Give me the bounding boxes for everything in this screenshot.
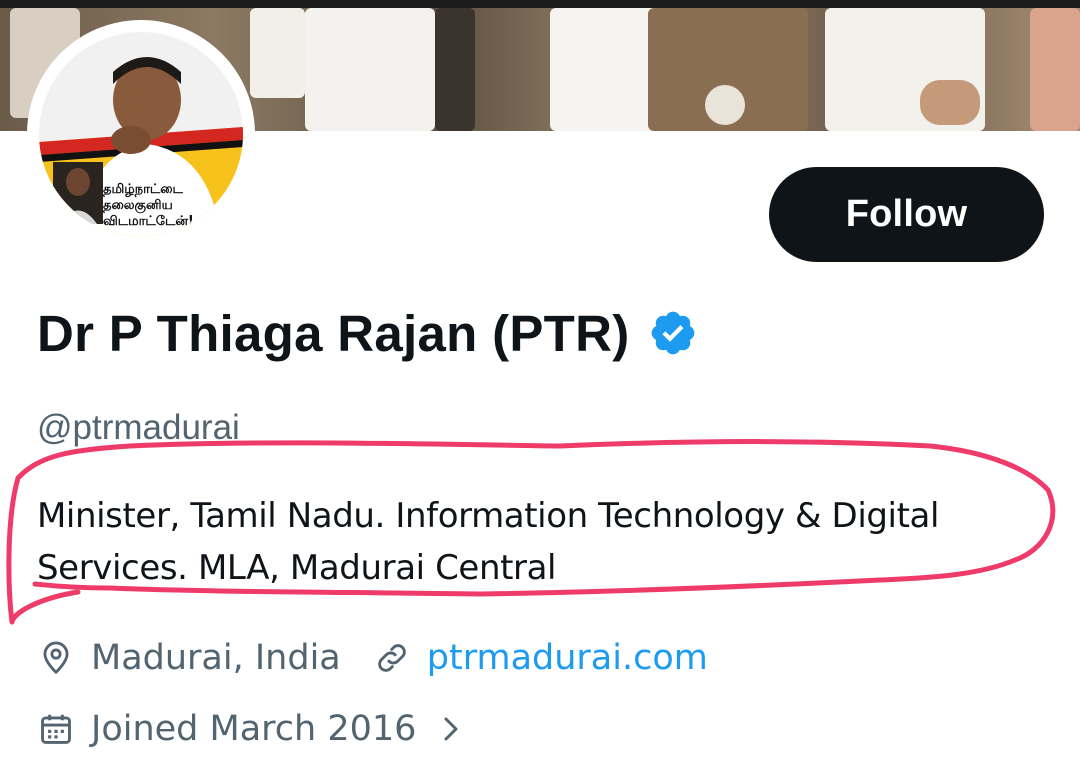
avatar-caption-line: தமிழ்நாட்டை	[103, 182, 183, 197]
profile-joined-row: Joined March 2016	[37, 703, 464, 755]
avatar-caption: தமிழ்நாட்டை தலைகுனிய விடமாட்டேன்!	[103, 182, 238, 230]
follow-button-label: Follow	[845, 193, 968, 235]
verified-badge-icon[interactable]	[648, 308, 698, 358]
username-handle: @ptrmadurai	[37, 408, 240, 447]
follow-button[interactable]: Follow	[769, 167, 1044, 262]
display-name: Dr P Thiaga Rajan (PTR)	[37, 304, 630, 362]
calendar-icon	[37, 710, 75, 748]
avatar-caption-line: தலைகுனிய	[103, 198, 173, 213]
banner-shape	[305, 8, 435, 131]
chevron-right-icon[interactable]	[438, 711, 464, 747]
banner-shape	[250, 8, 305, 98]
link-icon	[373, 639, 411, 677]
name-row: Dr P Thiaga Rajan (PTR)	[37, 298, 698, 368]
banner-shape	[1030, 8, 1080, 131]
banner-shape	[705, 85, 745, 125]
profile-meta-row: Madurai, India ptrmadurai.com	[37, 632, 708, 684]
banner-shape	[435, 8, 475, 131]
profile-location: Madurai, India	[91, 638, 341, 678]
banner-shape	[920, 80, 980, 125]
banner-shape	[550, 8, 660, 131]
status-bar-edge	[0, 0, 1080, 8]
profile-avatar[interactable]: தமிழ்நாட்டை தலைகுனிய விடமாட்டேன்!	[27, 20, 255, 248]
avatar-image: தமிழ்நாட்டை தலைகுனிய விடமாட்டேன்!	[39, 32, 243, 236]
profile-bio: Minister, Tamil Nadu. Information Techno…	[37, 496, 940, 588]
avatar-caption-line: விடமாட்டேன்!	[103, 214, 194, 229]
profile-page: தமிழ்நாட்டை தலைகுனிய விடமாட்டேன்! Follow…	[0, 0, 1080, 766]
location-pin-icon	[37, 639, 75, 677]
profile-joined-date: Joined March 2016	[91, 709, 417, 749]
profile-website-link[interactable]: ptrmadurai.com	[427, 638, 708, 678]
